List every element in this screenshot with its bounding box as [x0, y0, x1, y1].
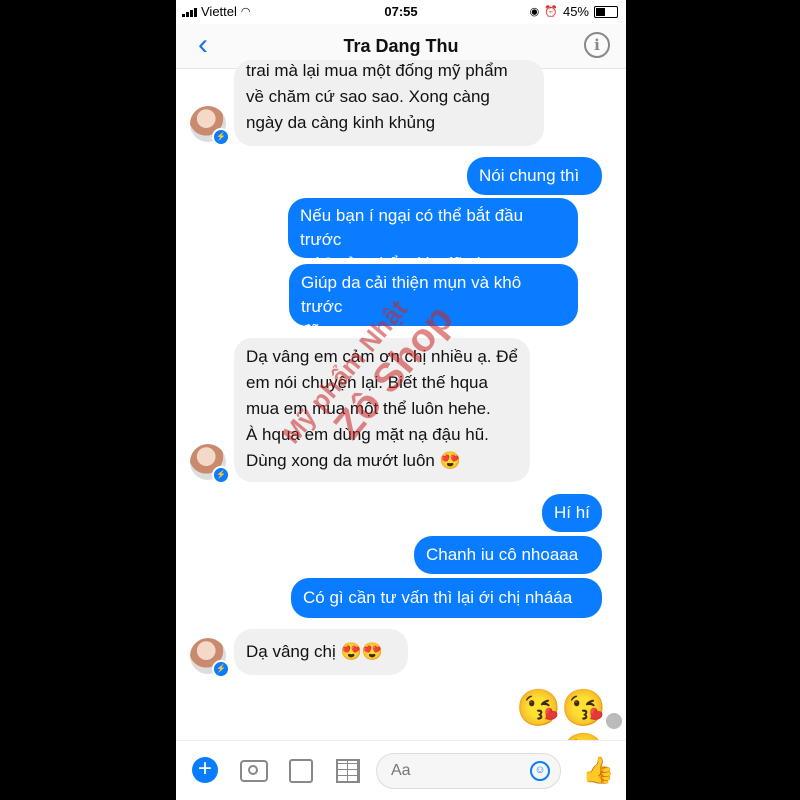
emoji-icon[interactable]: ☺	[530, 761, 550, 781]
camera-icon[interactable]	[240, 760, 268, 782]
message-bubble-outgoing: Chanh iu cô nhoaaa	[414, 536, 602, 574]
like-icon[interactable]: 👍	[582, 755, 614, 786]
image-icon[interactable]	[289, 759, 313, 783]
messenger-badge-icon: ⚡	[212, 128, 230, 146]
message-bubble-outgoing: Nói chung thì	[467, 157, 602, 195]
message-bubble-incoming: trai mà lại mua một đống mỹ phẩm về chăm…	[234, 60, 544, 146]
messenger-badge-icon: ⚡	[212, 660, 230, 678]
contact-name: Tra Dang Thu	[343, 36, 459, 56]
messenger-screen: Viettel ◠ 07:55 ◉ ⏰ 45% ‹ Tra Dang Thu i…	[176, 0, 626, 800]
battery-icon	[594, 5, 618, 18]
emoji-reply: 😘😘😘	[516, 687, 606, 772]
message-bubble-outgoing: Giúp da cải thiện mụn và khô trước đã	[289, 264, 578, 340]
info-icon[interactable]: i	[584, 32, 610, 58]
message-composer[interactable]: ☺	[376, 753, 561, 789]
message-input[interactable]	[389, 761, 513, 781]
sticker-grid-icon[interactable]	[336, 759, 360, 783]
message-bubble-outgoing: Hí hí	[542, 494, 602, 532]
plus-icon[interactable]: +	[192, 757, 218, 783]
seen-avatar	[606, 713, 622, 729]
composer-toolbar: + ☺ 👍	[176, 740, 626, 800]
message-bubble-incoming: Dạ vâng chị 😍😍	[234, 629, 408, 675]
alarm-icon: ⏰	[544, 6, 558, 18]
orientation-lock-icon: ◉	[529, 6, 540, 18]
message-bubble-outgoing: Có gì cần tư vấn thì lại ới chị nhááa	[291, 578, 602, 618]
status-bar: Viettel ◠ 07:55 ◉ ⏰ 45%	[176, 0, 626, 24]
battery-percent: 45%	[562, 4, 589, 19]
message-bubble-outgoing: Nếu bạn í ngại có thể bắt đầu trước mí 2…	[288, 198, 578, 273]
messenger-badge-icon: ⚡	[212, 466, 230, 484]
message-bubble-incoming: Dạ vâng em cảm ơn chị nhiều ạ. Để em nói…	[234, 338, 530, 482]
